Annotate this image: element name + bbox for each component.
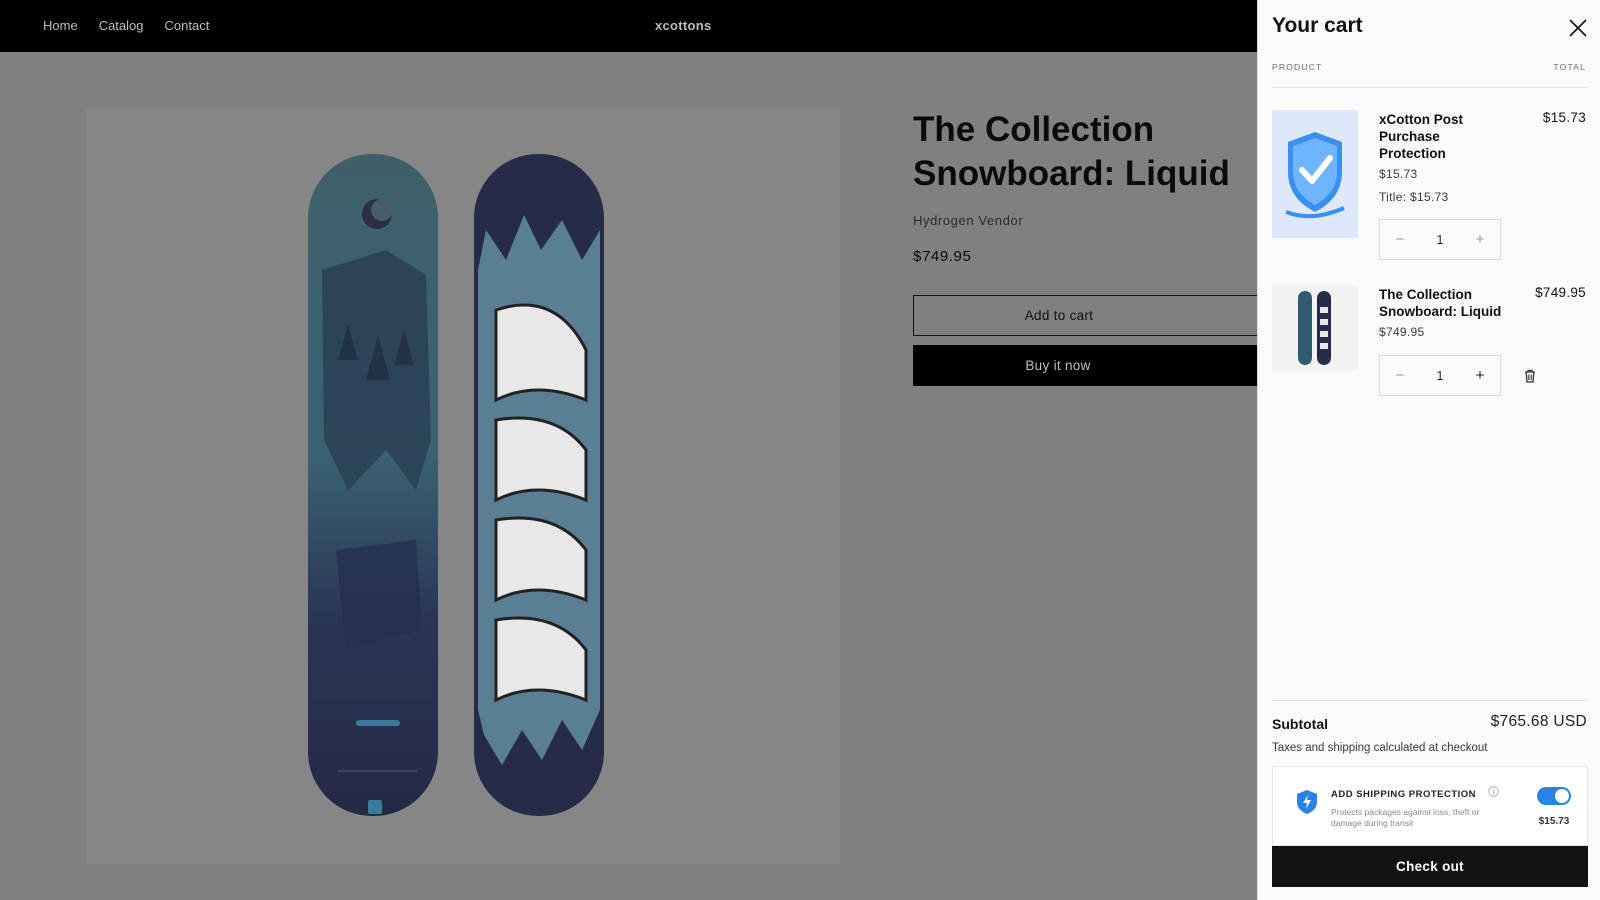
subtotal-value: $765.68 USD — [1490, 713, 1587, 730]
decrease-quantity-button[interactable]: − — [1380, 219, 1420, 260]
cart-title: Your cart — [1272, 14, 1363, 37]
decrease-quantity-button[interactable]: − — [1380, 355, 1420, 396]
increase-quantity-button[interactable]: + — [1460, 355, 1500, 396]
item-name[interactable]: xCotton Post Purchase Protection — [1379, 111, 1489, 162]
add-to-cart-button[interactable]: Add to cart — [913, 295, 1293, 336]
store-header: Home Catalog Contact xcottons — [0, 0, 1257, 52]
info-icon[interactable] — [1488, 786, 1499, 797]
cart-drawer: Your cart PRODUCT TOTAL xCotton Post Pur… — [1257, 0, 1600, 900]
checkout-button[interactable]: Check out — [1272, 846, 1588, 887]
protection-toggle[interactable] — [1537, 787, 1571, 805]
nav-catalog[interactable]: Catalog — [99, 18, 144, 33]
shield-lightning-icon — [1297, 790, 1317, 814]
item-unit-price: $749.95 — [1379, 325, 1425, 339]
item-thumbnail[interactable] — [1272, 285, 1358, 371]
buy-now-label: Buy it now — [1025, 358, 1091, 373]
item-total: $749.95 — [1535, 285, 1586, 300]
shipping-protection-widget: ADD SHIPPING PROTECTION Protects package… — [1272, 766, 1588, 846]
toggle-knob — [1555, 789, 1569, 803]
quantity-stepper: − 1 + — [1379, 219, 1501, 260]
tax-note: Taxes and shipping calculated at checkou… — [1272, 742, 1488, 754]
product-price: $749.95 — [913, 248, 972, 265]
trash-icon — [1525, 369, 1535, 383]
snowboard-right — [474, 154, 604, 816]
header-divider — [1272, 87, 1588, 88]
footer-divider — [1272, 700, 1588, 701]
main-nav: Home Catalog Contact — [43, 18, 209, 33]
item-variant: Title: $15.73 — [1379, 190, 1449, 204]
snowboard-left — [308, 154, 438, 816]
close-cart-button[interactable] — [1566, 16, 1590, 40]
protection-price: $15.73 — [1538, 816, 1570, 827]
column-header-total: TOTAL — [1553, 62, 1586, 72]
remove-item-button[interactable] — [1523, 369, 1537, 383]
item-unit-price: $15.73 — [1379, 167, 1418, 181]
close-icon — [1569, 19, 1587, 37]
protection-description: Protects packages against loss, theft or… — [1331, 807, 1480, 828]
quantity-value[interactable]: 1 — [1437, 369, 1444, 383]
protection-title: ADD SHIPPING PROTECTION — [1331, 789, 1477, 800]
buy-now-button[interactable]: Buy it now — [913, 345, 1293, 386]
item-thumbnail[interactable] — [1272, 110, 1358, 238]
subtotal-label: Subtotal — [1272, 716, 1328, 732]
quantity-stepper: − 1 + — [1379, 355, 1501, 396]
item-name[interactable]: The Collection Snowboard: Liquid — [1379, 286, 1519, 320]
product-image — [86, 110, 840, 864]
product-vendor: Hydrogen Vendor — [913, 213, 1024, 228]
item-total: $15.73 — [1542, 110, 1586, 125]
add-to-cart-label: Add to cart — [1024, 308, 1094, 323]
quantity-value[interactable]: 1 — [1437, 233, 1444, 247]
store-logo[interactable]: xcottons — [655, 18, 712, 33]
product-title: The Collection Snowboard: Liquid — [913, 110, 1230, 193]
nav-home[interactable]: Home — [43, 18, 78, 33]
increase-quantity-button[interactable]: + — [1460, 219, 1500, 260]
nav-contact[interactable]: Contact — [165, 18, 210, 33]
column-header-product: PRODUCT — [1272, 62, 1323, 72]
